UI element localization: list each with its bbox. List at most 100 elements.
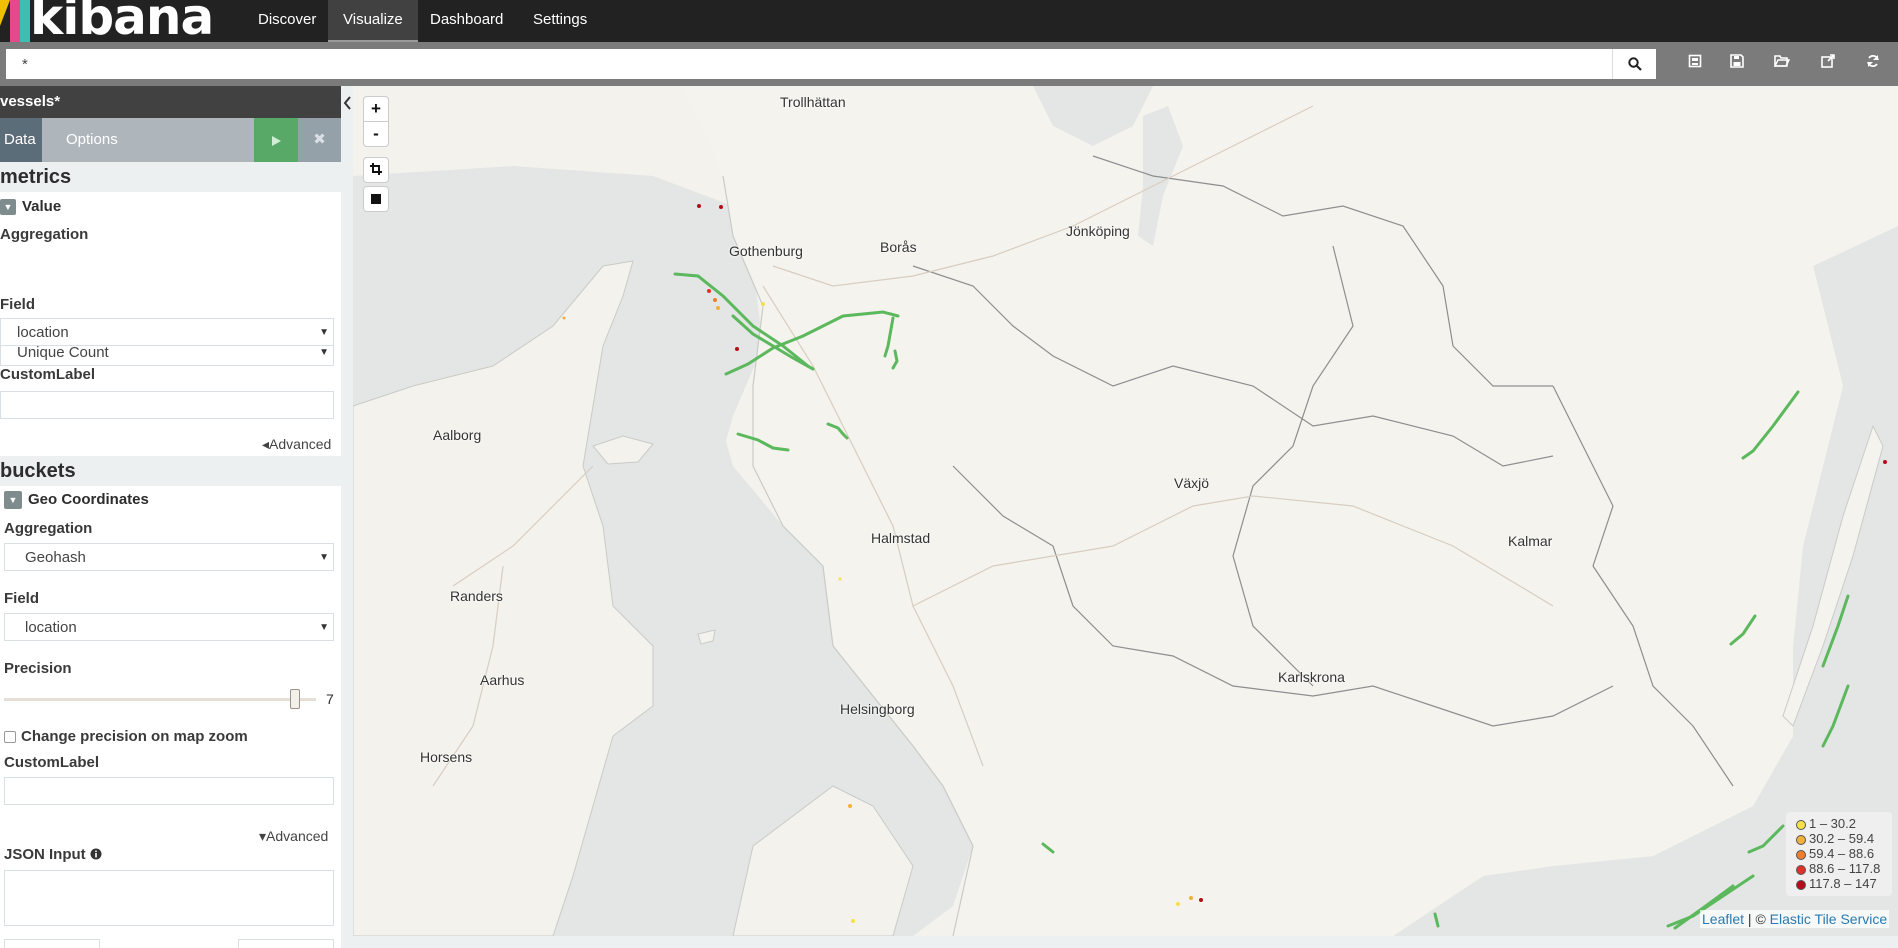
point [1176, 902, 1180, 906]
bucket-field-select[interactable]: location ▼ [4, 613, 334, 641]
chevron-down-icon[interactable]: ▼ [0, 199, 16, 216]
map-tiles [353, 86, 1898, 936]
legend-swatch [1796, 819, 1806, 830]
city-label: Borås [880, 239, 917, 255]
refresh-icon[interactable] [1862, 53, 1884, 75]
metric-advanced-toggle[interactable]: ◂Advanced [262, 436, 331, 453]
collapse-sidebar-button[interactable] [343, 96, 352, 113]
change-precision-label[interactable]: Change precision on map zoom [21, 728, 248, 745]
nav-dashboard[interactable]: Dashboard [415, 0, 518, 42]
city-label: Gothenburg [729, 243, 803, 259]
metric-agg-header[interactable]: ▼ Value [0, 198, 62, 216]
city-label: Kalmar [1508, 533, 1553, 549]
metric-aggregation-label: Aggregation [0, 226, 89, 243]
tile-service-link[interactable]: Elastic Tile Service [1770, 911, 1887, 927]
metrics-section-header: metrics [0, 162, 341, 192]
bucket-agg-title: Geo Coordinates [28, 491, 149, 508]
logo-pink-bar [10, 0, 20, 42]
legend-swatch [1796, 879, 1806, 890]
change-precision-checkbox[interactable] [4, 731, 16, 743]
discard-changes-button[interactable]: ✖ [298, 118, 341, 162]
caret-down-icon: ▼ [319, 552, 329, 563]
save-icon[interactable] [1726, 53, 1748, 75]
city-label: Karlskrona [1278, 669, 1345, 685]
city-label: Växjö [1174, 475, 1210, 491]
info-icon[interactable] [90, 848, 102, 860]
bucket-aggregation-select[interactable]: Geohash ▼ [4, 543, 334, 571]
logo-teal-bar [20, 0, 30, 42]
legend-row: 117.8 – 147 [1796, 876, 1892, 891]
legend-row: 59.4 – 88.6 [1796, 846, 1892, 861]
legend-label: 117.8 – 147 [1809, 876, 1877, 891]
map-legend: 1 – 30.2 30.2 – 59.4 59.4 – 88.6 88.6 – … [1786, 812, 1892, 896]
metric-field-value: location [17, 324, 69, 341]
partial-field-right[interactable] [238, 939, 334, 948]
tile-map[interactable]: + - Trollhättan Gothenburg Borås Jönköpi… [353, 86, 1898, 936]
sidebar-divider [341, 86, 353, 948]
search-input[interactable] [6, 49, 1612, 79]
leaflet-link[interactable]: Leaflet [1702, 911, 1744, 927]
precision-slider-handle[interactable] [290, 689, 300, 709]
precision-value: 7 [326, 691, 334, 707]
json-input-textarea[interactable] [4, 870, 334, 926]
zoom-in-button[interactable]: + [363, 96, 389, 122]
draw-rectangle-icon [371, 194, 381, 204]
nav-visualize[interactable]: Visualize [328, 0, 418, 42]
nav-settings[interactable]: Settings [518, 0, 602, 42]
chevron-left-icon [343, 96, 351, 110]
bucket-custom-label-input[interactable] [4, 777, 334, 805]
point [851, 919, 855, 923]
precision-slider-track[interactable] [4, 698, 316, 701]
apply-changes-button[interactable] [254, 118, 298, 162]
metric-agg-title: Value [22, 198, 62, 215]
search-bar [0, 42, 1898, 86]
point [719, 205, 723, 209]
kibana-logo[interactable]: kibana [0, 0, 230, 42]
city-label: Aalborg [433, 427, 482, 443]
metric-field-select[interactable]: location ▼ [0, 318, 334, 346]
nav-discover[interactable]: Discover [243, 0, 331, 42]
draw-rectangle-button[interactable] [363, 186, 389, 212]
caret-down-icon: ▼ [319, 622, 329, 633]
editor-tabs: Data Options ✖ [0, 118, 341, 162]
open-icon[interactable] [1771, 53, 1793, 75]
legend-label: 59.4 – 88.6 [1809, 846, 1875, 861]
point [1883, 460, 1887, 464]
point [562, 316, 566, 320]
point [848, 804, 852, 808]
caret-left-icon: ◂ [262, 436, 270, 452]
metric-custom-label-input[interactable] [0, 391, 334, 419]
chevron-down-icon[interactable]: ▼ [4, 491, 22, 510]
tab-options[interactable]: Options [66, 118, 118, 162]
zoom-out-button[interactable]: - [363, 121, 389, 147]
close-icon: ✖ [313, 131, 326, 148]
point [735, 347, 739, 351]
point [761, 302, 765, 306]
top-navigation: kibana Discover Visualize Dashboard Sett… [0, 0, 1898, 42]
logo-text: kibana [30, 0, 214, 42]
city-label: Halmstad [871, 530, 931, 546]
search-button[interactable] [1612, 49, 1656, 79]
bucket-advanced-toggle[interactable]: ▾Advanced [259, 828, 328, 845]
caret-down-icon: ▼ [319, 327, 329, 338]
bucket-custom-label-label: CustomLabel [4, 754, 100, 771]
share-icon[interactable] [1817, 53, 1839, 75]
crop-icon [370, 163, 382, 175]
legend-label: 1 – 30.2 [1809, 816, 1856, 831]
metric-field-label: Field [0, 296, 36, 313]
bucket-agg-header[interactable]: ▼ Geo Coordinates [4, 491, 149, 510]
crop-button[interactable] [363, 157, 389, 183]
point [1199, 898, 1203, 902]
new-visualization-icon[interactable] [1684, 53, 1706, 75]
visualization-editor-sidebar: vessels* Data Options ✖ metrics ▼ Value A… [0, 86, 341, 948]
legend-row: 88.6 – 117.8 [1796, 861, 1892, 876]
buckets-section-header: buckets [0, 456, 341, 486]
point [697, 204, 701, 208]
caret-down-icon: ▾ [259, 828, 267, 844]
legend-swatch [1796, 849, 1806, 860]
tab-data[interactable]: Data [0, 118, 42, 162]
point [716, 306, 720, 310]
city-label: Horsens [420, 749, 473, 765]
point [713, 298, 717, 302]
partial-field-left[interactable] [4, 939, 100, 948]
